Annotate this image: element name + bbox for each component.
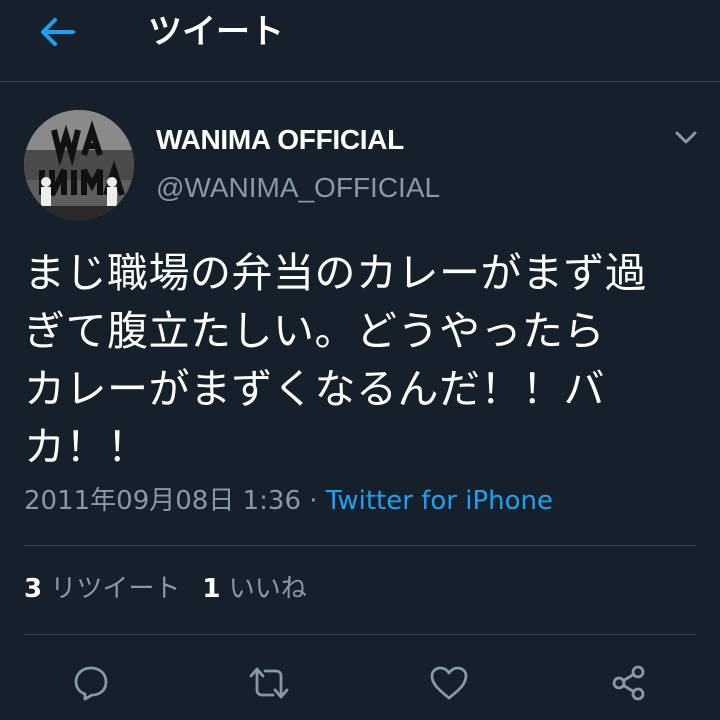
retweet-button[interactable] — [244, 658, 294, 708]
like-icon — [430, 666, 468, 700]
like-count: 1 — [202, 574, 221, 604]
retweet-icon — [249, 667, 289, 699]
retweet-count: 3 — [24, 574, 43, 604]
share-icon — [612, 665, 645, 701]
divider — [24, 634, 696, 635]
tweet-stats: 3 リツイート 1 いいね — [24, 570, 307, 608]
display-name[interactable]: WANIMA OFFICIAL — [156, 122, 404, 158]
share-button[interactable] — [604, 658, 654, 708]
like-button[interactable] — [424, 658, 474, 708]
tweet-text: まじ職場の弁当のカレーがまず過 ぎて腹立たしい。どうやったら カレーがまずくなる… — [24, 249, 647, 471]
back-button[interactable] — [32, 12, 82, 52]
source-link[interactable]: Twitter for iPhone — [326, 486, 553, 516]
divider — [24, 545, 696, 546]
user-handle[interactable]: @WANIMA_OFFICIAL — [156, 170, 440, 206]
retweet-label: リツイート — [50, 574, 181, 604]
retweet-stat[interactable]: 3 リツイート — [24, 574, 180, 604]
top-bar: ツイート — [0, 0, 720, 82]
chevron-down-icon — [675, 131, 697, 144]
meta-separator: · — [309, 486, 318, 516]
reply-button[interactable] — [66, 658, 116, 708]
tweet-meta: 2011年09月08日 1:36 · Twitter for iPhone — [24, 482, 553, 520]
timestamp: 2011年09月08日 1:36 — [24, 486, 301, 516]
avatar[interactable] — [24, 110, 134, 220]
like-stat[interactable]: 1 いいね — [202, 574, 306, 604]
arrow-left-icon — [41, 18, 75, 46]
page-title: ツイート — [148, 12, 284, 52]
more-options-button[interactable] — [670, 124, 702, 152]
like-label: いいね — [228, 574, 307, 604]
reply-icon — [74, 666, 108, 701]
